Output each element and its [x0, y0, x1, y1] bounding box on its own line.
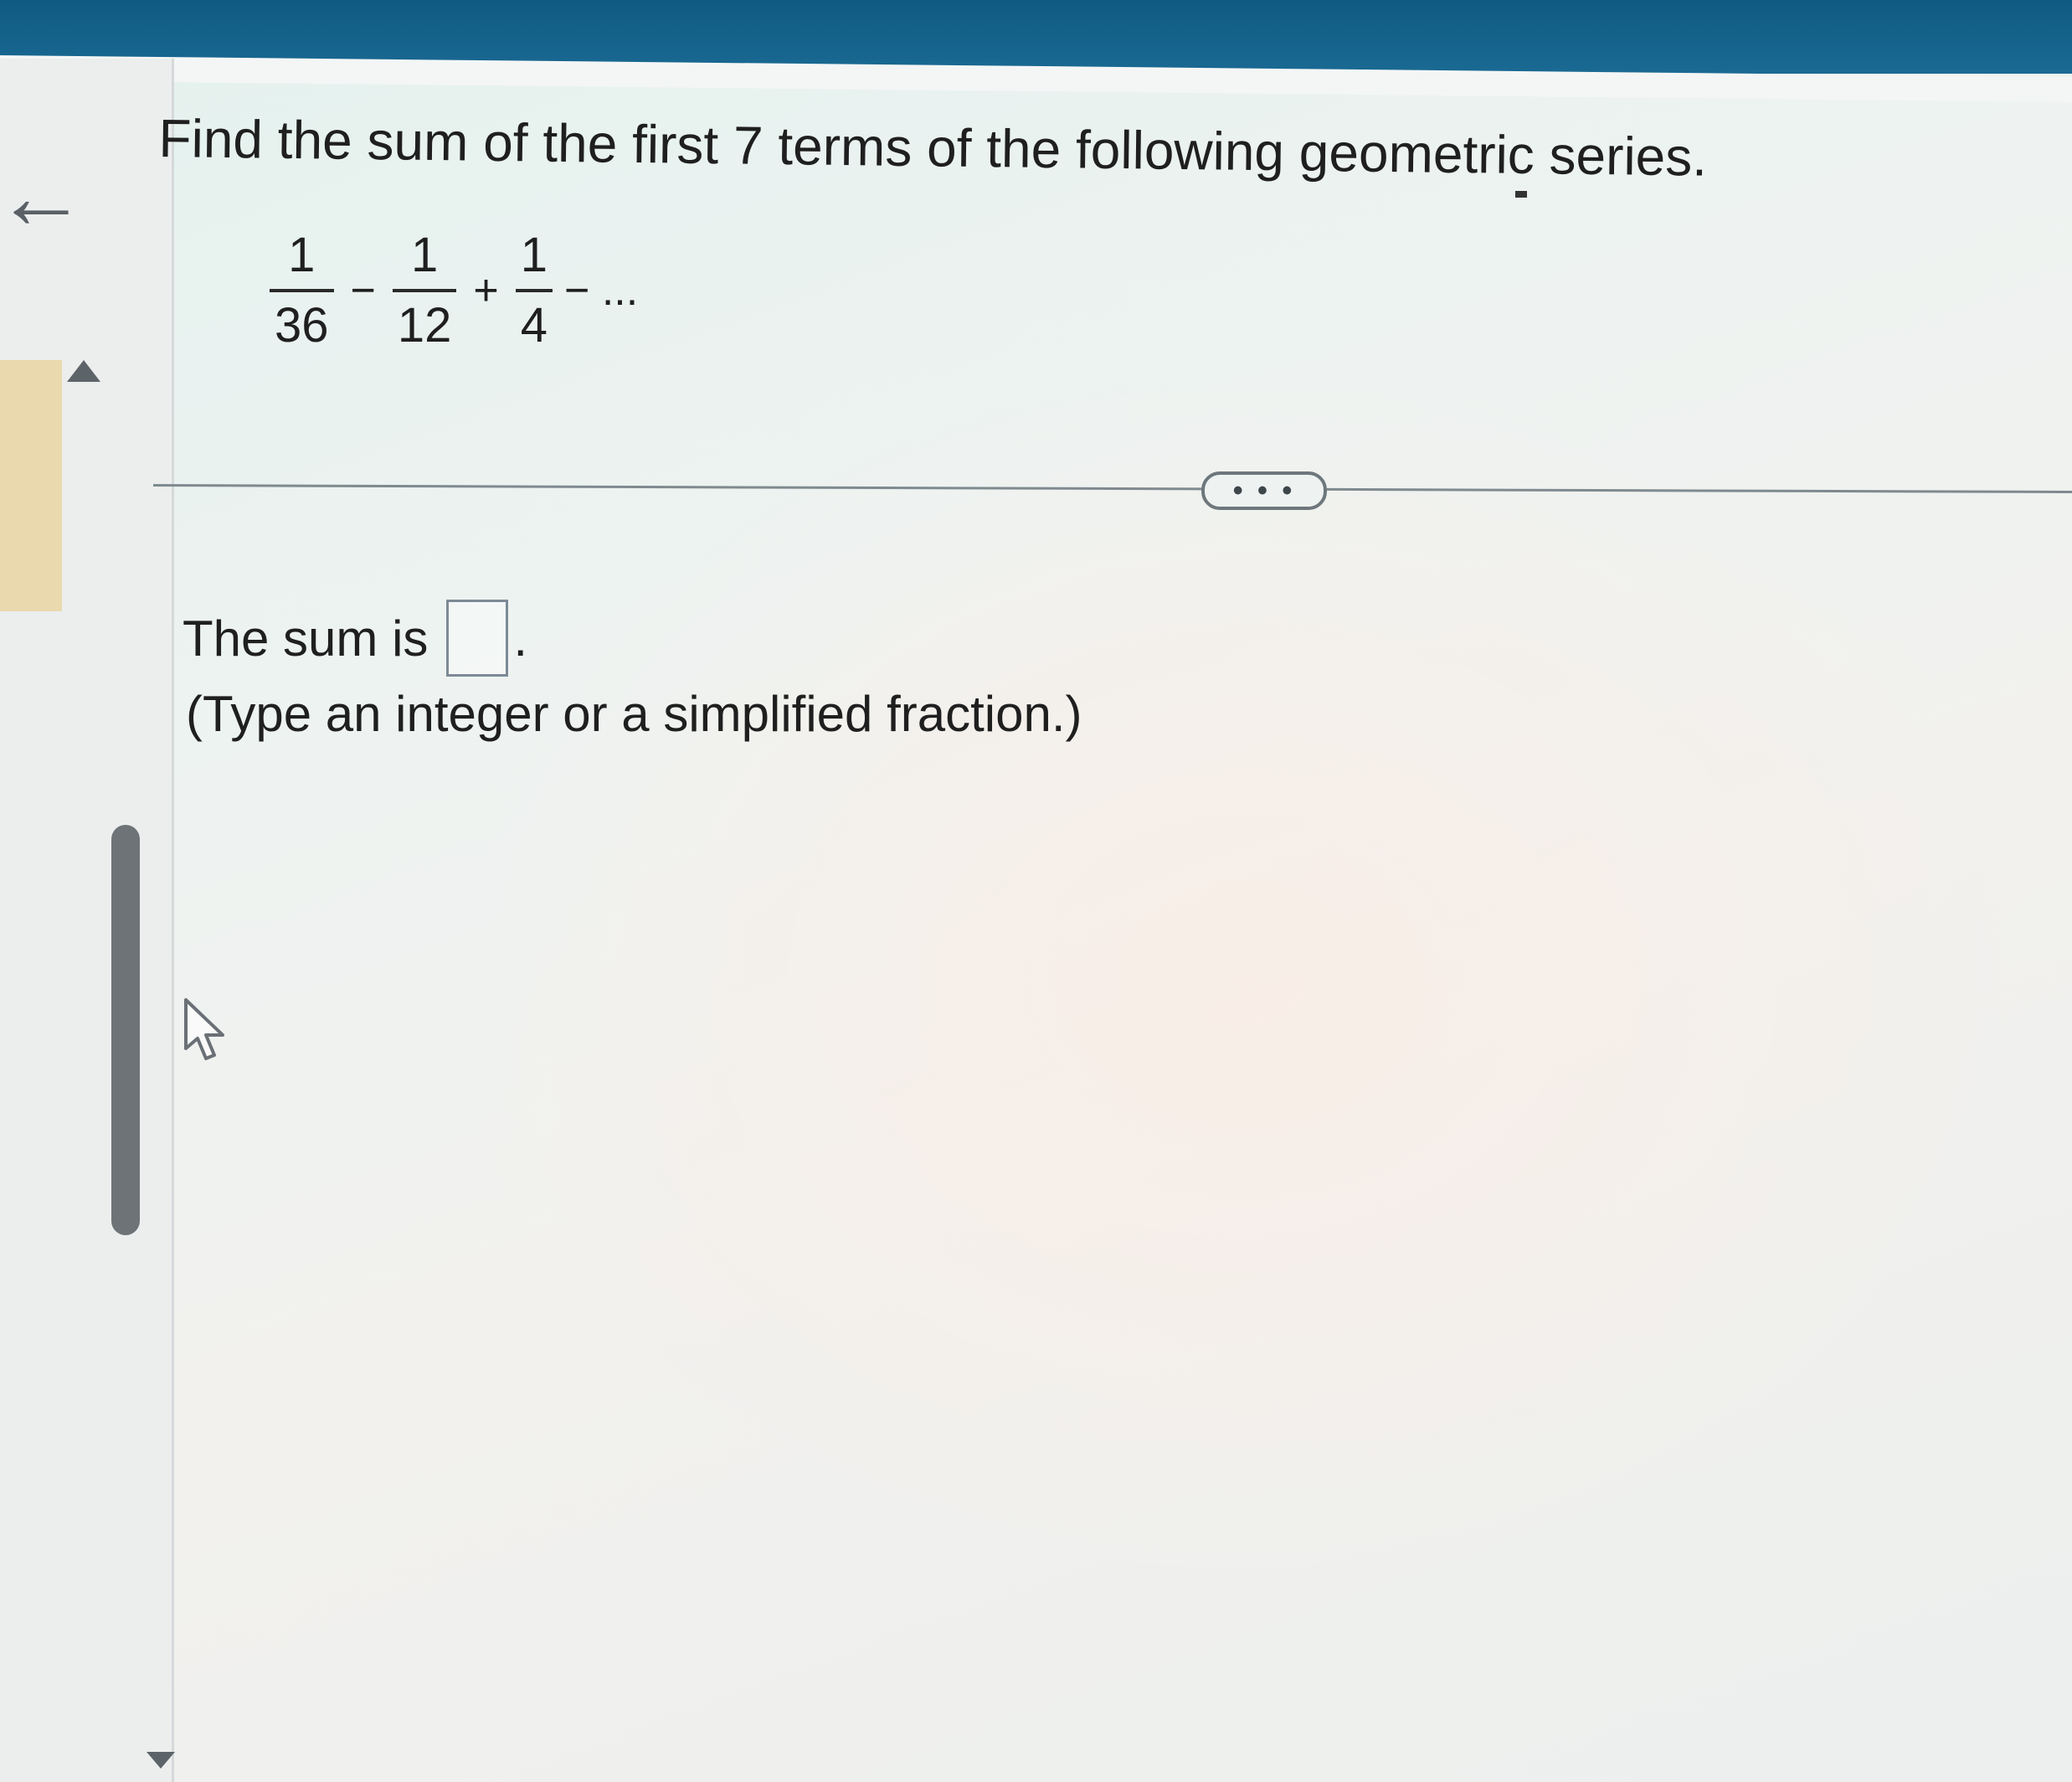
- question-text: Find the sum of the first 7 terms of the…: [158, 107, 1708, 188]
- answer-input[interactable]: [446, 600, 509, 677]
- mouse-pointer-icon: [184, 998, 224, 1060]
- decorative-mark: [1515, 191, 1527, 198]
- screen: ← Find the sum of the first 7 terms of t…: [0, 0, 2072, 1782]
- section-divider: [152, 484, 2072, 494]
- series-term-1: 1 36: [270, 227, 334, 354]
- term-numerator: 1: [520, 228, 548, 282]
- term-denominator: 36: [275, 298, 329, 353]
- series-term-3: 1 4: [515, 227, 553, 354]
- term-numerator: 1: [411, 228, 439, 282]
- triangle-down-icon[interactable]: [147, 1752, 175, 1769]
- fraction-bar: [515, 289, 553, 292]
- term-denominator: 4: [520, 298, 548, 353]
- answer-prefix: The sum is: [183, 610, 429, 667]
- fraction-bar: [392, 289, 457, 292]
- answer-suffix: .: [513, 610, 528, 667]
- answer-hint: (Type an integer or a simplified fractio…: [186, 686, 1082, 742]
- expand-more-button[interactable]: • • •: [1201, 471, 1327, 510]
- scrollbar-thumb[interactable]: [111, 825, 140, 1235]
- series-tail: − ...: [564, 266, 639, 315]
- series-operator: +: [473, 266, 499, 315]
- term-denominator: 12: [397, 298, 452, 353]
- geometric-series: 1 36 − 1 12 + 1 4 − ...: [266, 219, 638, 362]
- series-term-2: 1 12: [392, 227, 457, 354]
- answer-line: The sum is .: [183, 600, 527, 677]
- triangle-up-icon[interactable]: [67, 360, 100, 382]
- left-panel: [0, 59, 174, 1782]
- back-arrow-icon[interactable]: ←: [0, 151, 87, 243]
- fraction-bar: [270, 289, 334, 292]
- term-numerator: 1: [288, 228, 316, 282]
- side-tab[interactable]: [0, 360, 62, 611]
- series-operator: −: [350, 266, 376, 315]
